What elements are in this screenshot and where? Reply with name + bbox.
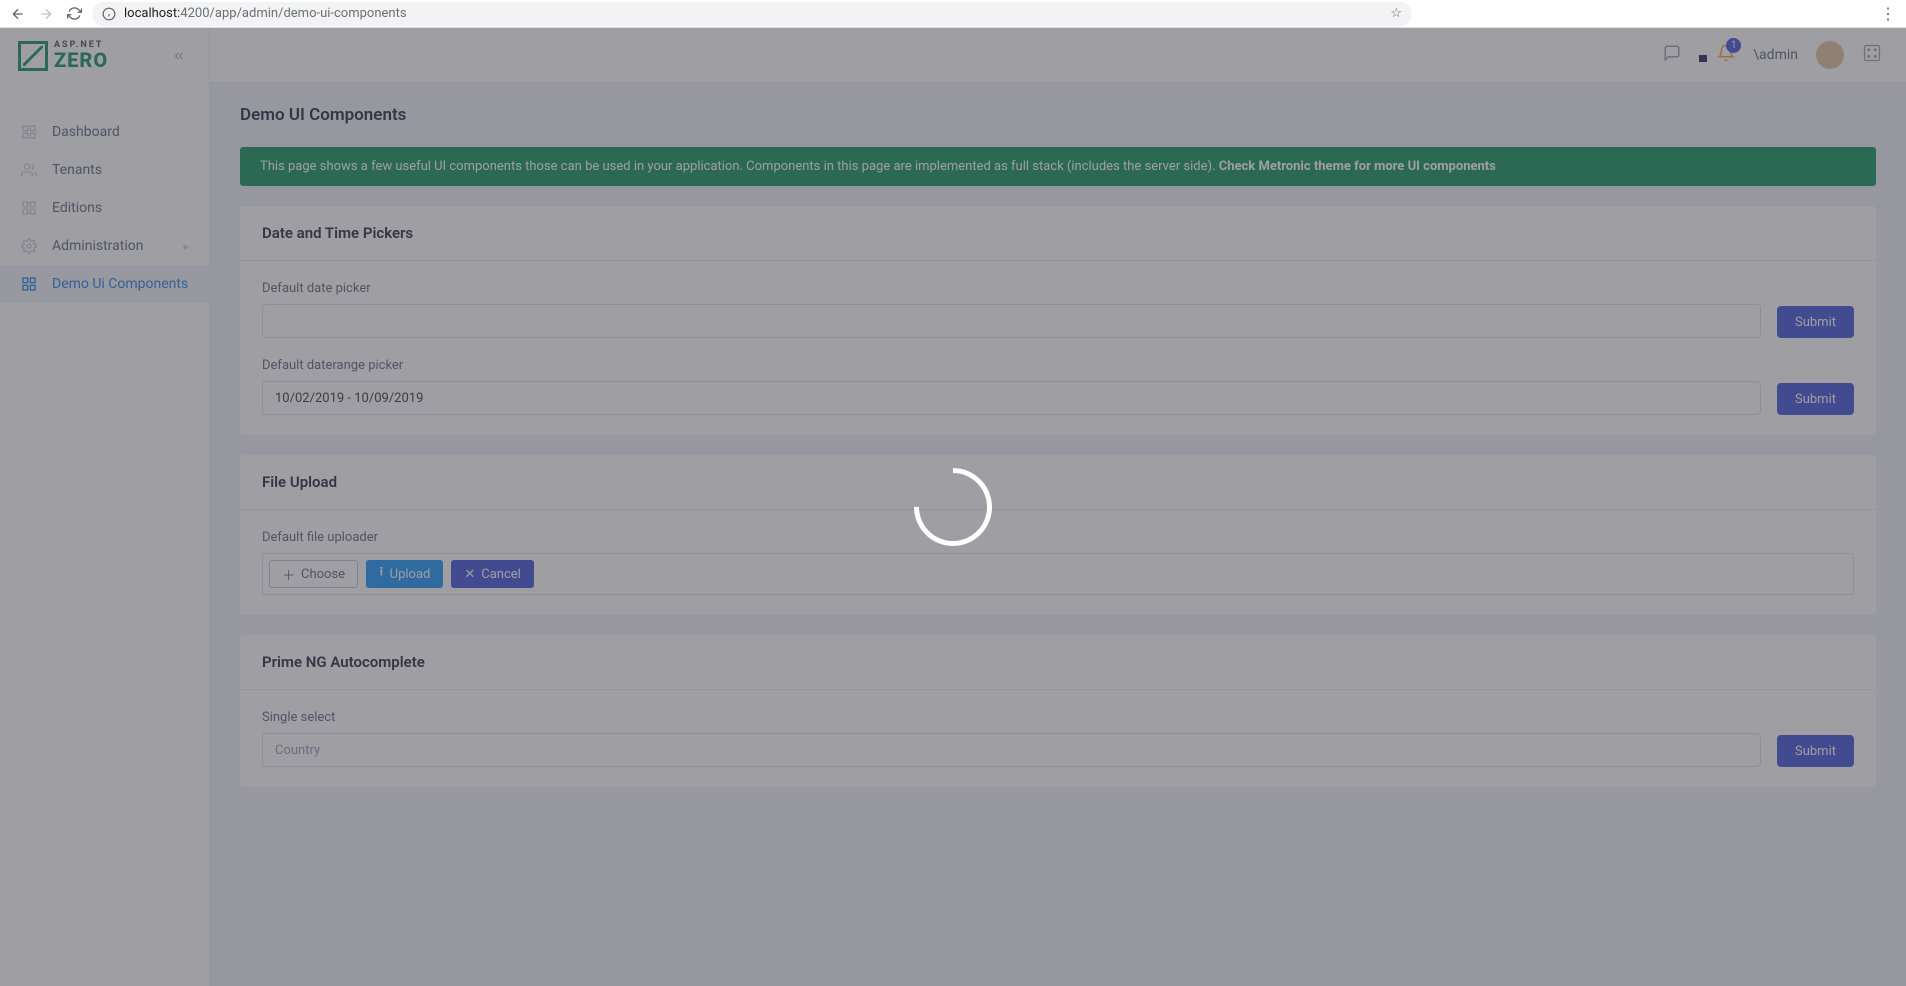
bookmark-icon[interactable]: ☆ (1390, 6, 1402, 21)
address-bar[interactable]: localhost:4200/app/admin/demo-ui-compone… (92, 2, 1412, 26)
url-text: localhost:4200/app/admin/demo-ui-compone… (124, 6, 407, 21)
forward-button[interactable] (36, 4, 56, 24)
spinner-icon (898, 452, 1008, 562)
loading-overlay (0, 28, 1906, 986)
browser-menu-button[interactable]: ⋮ (1878, 4, 1898, 23)
info-icon (102, 7, 116, 21)
reload-button[interactable] (64, 4, 84, 24)
browser-toolbar: localhost:4200/app/admin/demo-ui-compone… (0, 0, 1906, 28)
back-button[interactable] (8, 4, 28, 24)
